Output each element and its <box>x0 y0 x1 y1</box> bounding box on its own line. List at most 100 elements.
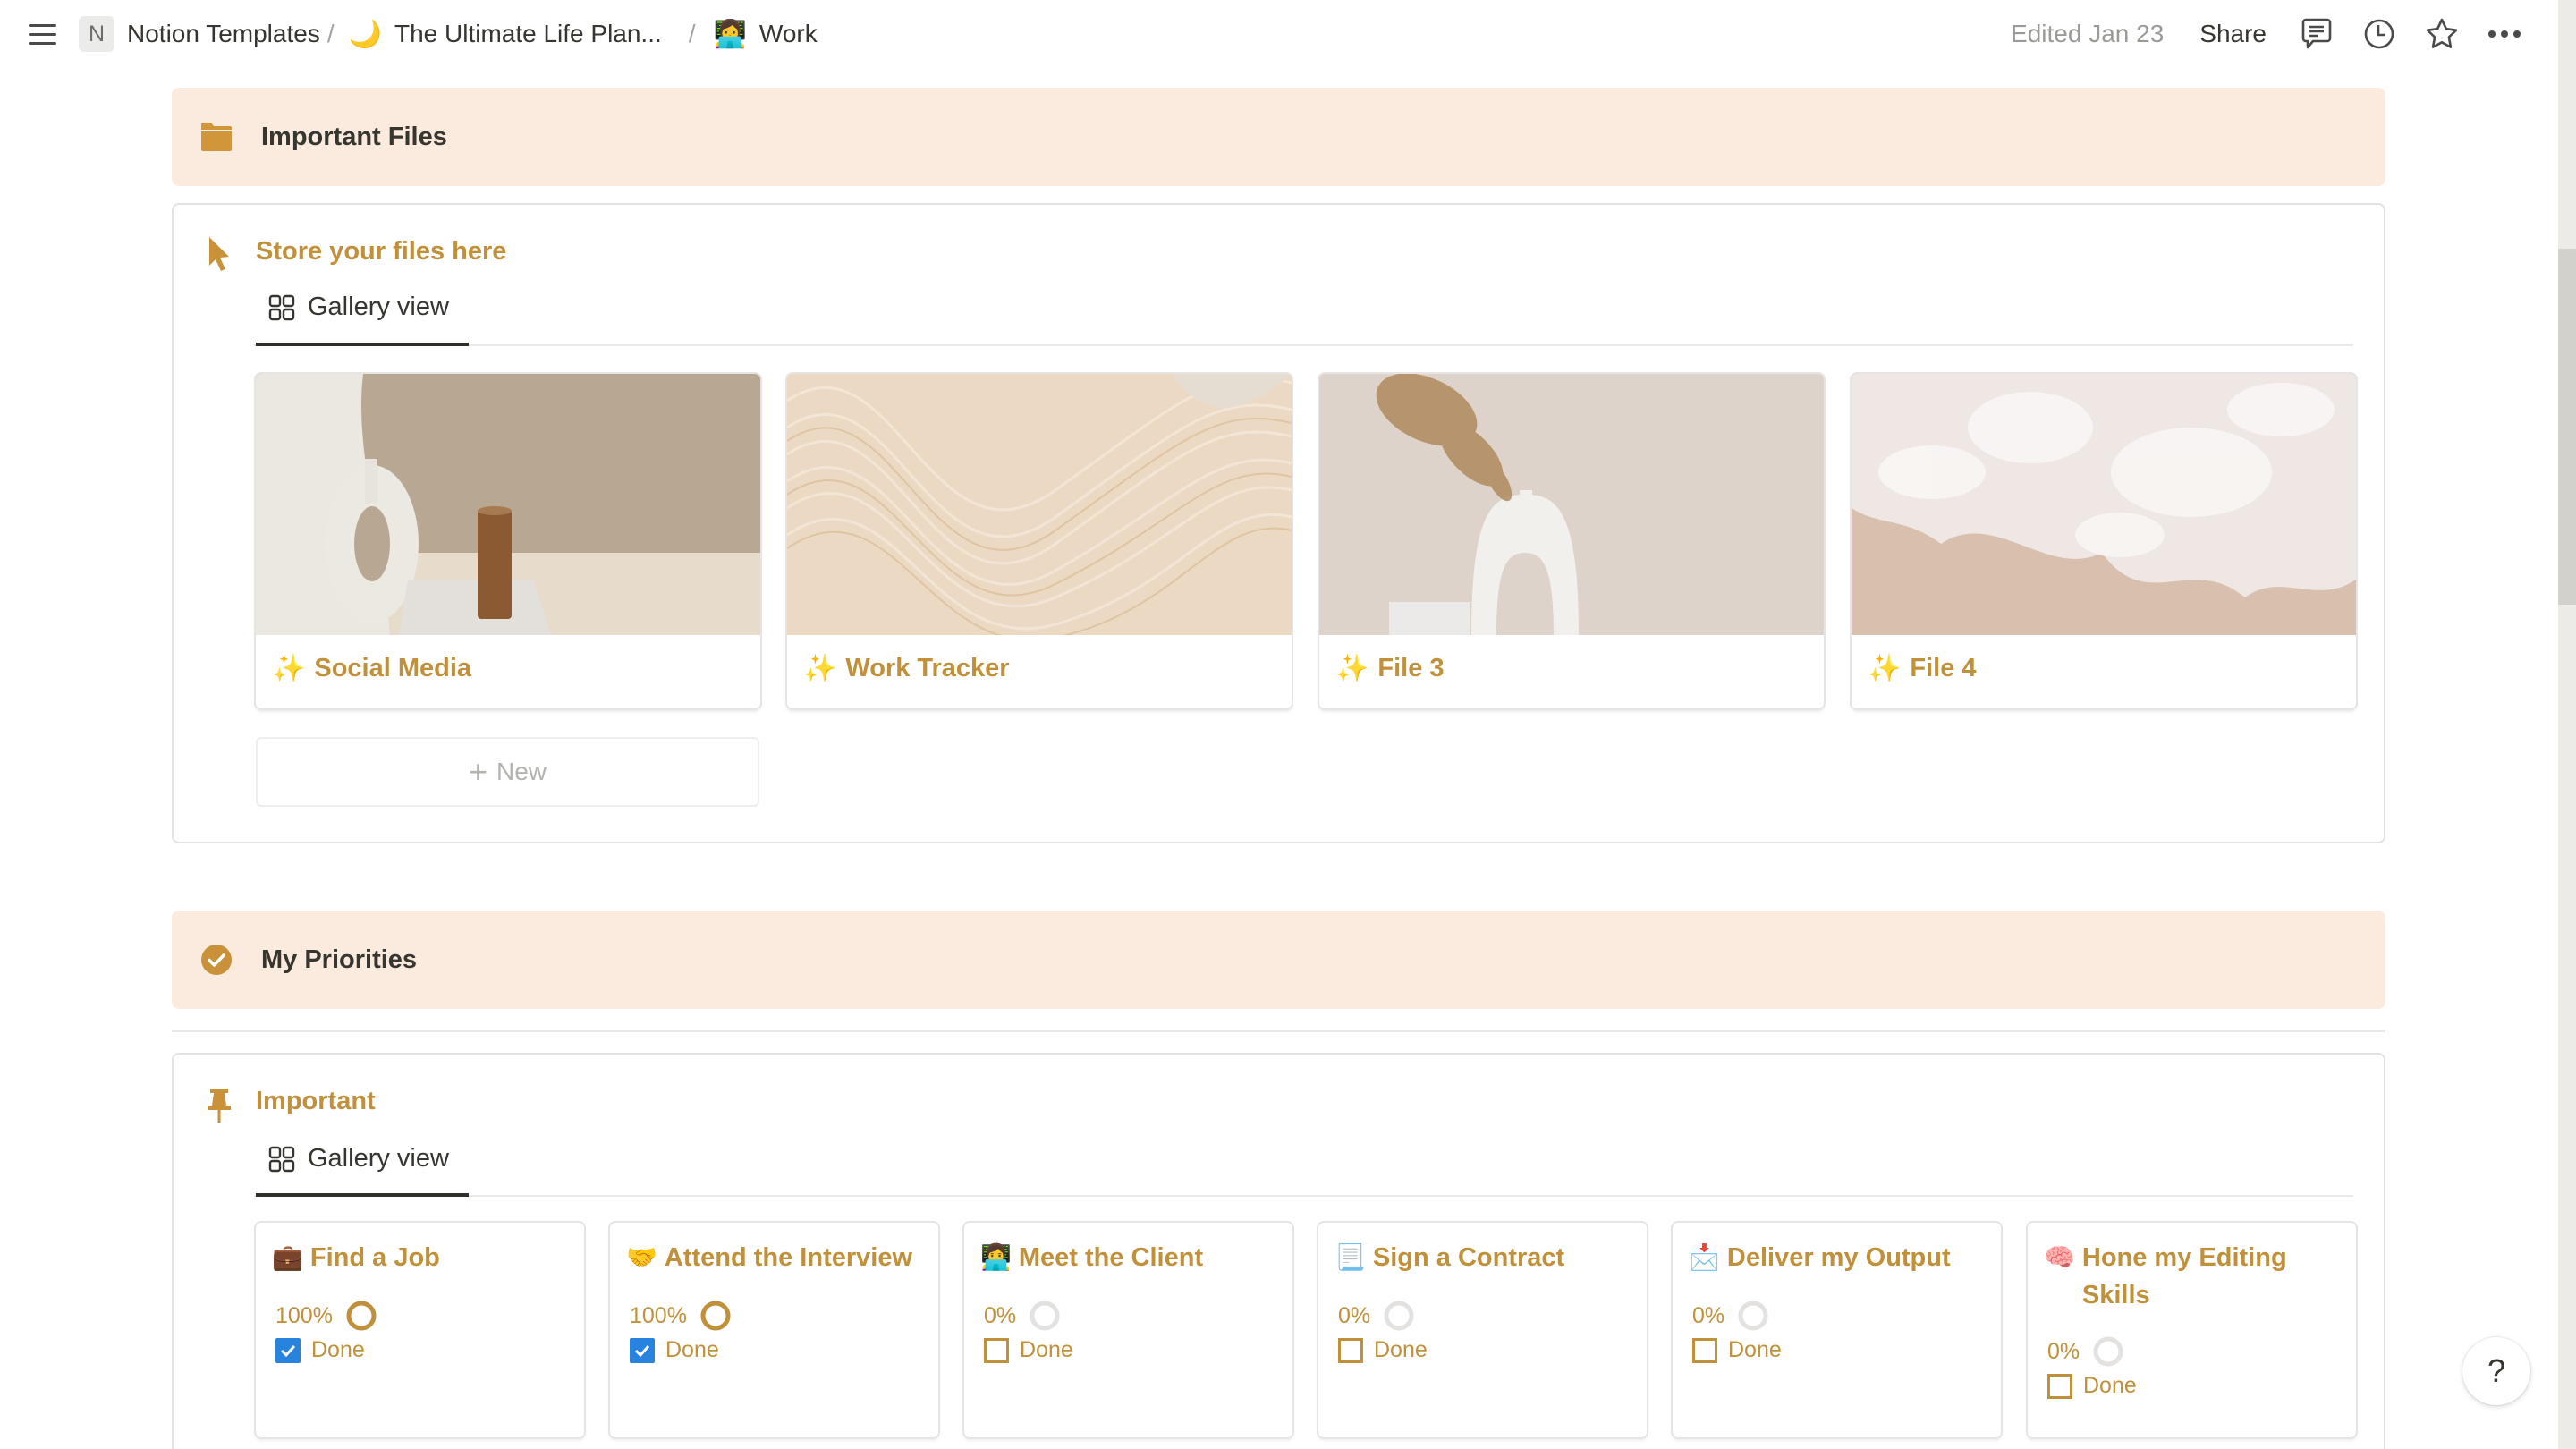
file-card-file-3[interactable]: ✨ File 3 <box>1319 374 1824 708</box>
tab-gallery-view[interactable]: Gallery view <box>256 1144 449 1174</box>
breadcrumb-separator: / <box>326 20 335 47</box>
help-button[interactable]: ? <box>2462 1337 2530 1405</box>
breadcrumb-life-planner[interactable]: 🌙 The Ultimate Life Plan... <box>349 19 662 50</box>
scrollbar-thumb[interactable] <box>2558 249 2576 605</box>
done-label: Done <box>311 1337 365 1362</box>
checkbox-unchecked-icon[interactable] <box>984 1337 1009 1363</box>
edited-timestamp: Edited Jan 23 <box>2011 20 2165 47</box>
priority-card[interactable]: 📩 Deliver my Output 0% Done <box>1673 1223 2001 1437</box>
priority-title-text: Hone my Editing Skills <box>2081 1243 2287 1309</box>
breadcrumb: N Notion Templates / 🌙 The Ultimate Life… <box>79 16 818 52</box>
breadcrumb-work[interactable]: 👩‍💻 Work <box>714 19 818 50</box>
check-circle-icon <box>199 942 234 978</box>
done-checkbox[interactable]: Done <box>2047 1373 2137 1399</box>
progress-label: 100% <box>275 1302 333 1328</box>
done-checkbox[interactable]: Done <box>984 1337 1073 1363</box>
checkbox-unchecked-icon[interactable] <box>1338 1337 1363 1363</box>
file-card-work-tracker[interactable]: ✨ Work Tracker <box>787 374 1292 708</box>
checkbox-unchecked-icon[interactable] <box>2047 1373 2072 1399</box>
priority-card[interactable]: 💼 Find a Job 100% Done <box>256 1223 584 1437</box>
progress-ring-icon <box>1384 1301 1414 1331</box>
important-files-callout: Important Files <box>172 88 2385 186</box>
progress-indicator: 0% <box>984 1300 1061 1332</box>
progress-ring-icon <box>2093 1336 2123 1367</box>
checkbox-checked-icon[interactable] <box>630 1337 655 1363</box>
breadcrumb-label: Notion Templates <box>127 20 320 47</box>
done-label: Done <box>1728 1337 1782 1362</box>
card-title-text: File 3 <box>1377 654 1445 682</box>
done-checkbox[interactable]: Done <box>1692 1337 1782 1363</box>
folder-icon <box>199 119 234 155</box>
cover-image <box>1319 374 1824 635</box>
tab-gallery-view[interactable]: Gallery view <box>256 292 449 322</box>
more-options-icon[interactable] <box>2487 16 2522 52</box>
checkbox-checked-icon[interactable] <box>275 1337 301 1363</box>
priority-emoji-icon: 📃 <box>1335 1243 1366 1271</box>
cover-image <box>787 374 1292 635</box>
favorite-star-icon[interactable] <box>2424 16 2460 52</box>
priority-emoji-icon: 👩‍💻 <box>980 1243 1012 1271</box>
callout-title: My Priorities <box>261 945 418 974</box>
cover-image <box>256 374 760 635</box>
done-label: Done <box>2083 1373 2137 1398</box>
priority-card[interactable]: 👩‍💻 Meet the Client 0% Done <box>964 1223 1292 1437</box>
done-checkbox[interactable]: Done <box>275 1337 365 1363</box>
progress-indicator: 0% <box>2047 1335 2124 1368</box>
sidebar-menu-icon[interactable] <box>27 21 59 47</box>
active-tab-indicator <box>256 1193 469 1197</box>
card-title: ✨ File 4 <box>1868 653 1977 684</box>
priority-title-text: Meet the Client <box>1018 1243 1204 1272</box>
tab-divider <box>254 344 2353 346</box>
file-card-social-media[interactable]: ✨ Social Media <box>256 374 760 708</box>
workspace-badge[interactable]: N <box>79 16 114 52</box>
file-card-file-4[interactable]: ✨ File 4 <box>1852 374 2356 708</box>
progress-label: 100% <box>630 1302 687 1328</box>
progress-indicator: 100% <box>275 1300 377 1332</box>
priority-title-text: Attend the Interview <box>664 1243 913 1272</box>
files-database: Store your files here Gallery view ✨ Soc… <box>172 203 2385 843</box>
comments-icon[interactable] <box>2299 16 2334 52</box>
done-checkbox[interactable]: Done <box>1338 1337 1428 1363</box>
top-bar-actions: Edited Jan 23 Share <box>2011 16 2522 52</box>
share-button[interactable]: Share <box>2199 20 2267 48</box>
callout-title: Important Files <box>261 122 447 151</box>
new-file-button[interactable]: + New <box>256 737 759 807</box>
priority-card[interactable]: 🤝 Attend the Interview 100% Done <box>610 1223 938 1437</box>
progress-indicator: 0% <box>1692 1300 1769 1332</box>
sparkles-icon: ✨ <box>1335 654 1369 683</box>
technologist-icon: 👩‍💻 <box>713 19 747 49</box>
database-title[interactable]: Important <box>256 1087 376 1116</box>
progress-ring-icon <box>346 1301 377 1331</box>
priority-title: 🧠 Hone my Editing Skills <box>2044 1239 2343 1314</box>
progress-label: 0% <box>2047 1338 2080 1364</box>
done-checkbox[interactable]: Done <box>630 1337 719 1363</box>
scrollbar-track[interactable] <box>2558 0 2576 1449</box>
sparkles-icon: ✨ <box>803 654 837 683</box>
pushpin-icon <box>206 1087 242 1126</box>
plus-icon: + <box>468 753 487 790</box>
top-bar: N Notion Templates / 🌙 The Ultimate Life… <box>0 0 2558 68</box>
progress-label: 0% <box>1692 1302 1725 1328</box>
priority-title-text: Find a Job <box>309 1243 440 1272</box>
breadcrumb-notion-templates[interactable]: Notion Templates <box>127 20 320 48</box>
progress-ring-icon <box>1738 1301 1768 1331</box>
tab-label: Gallery view <box>308 1144 449 1173</box>
card-title-text: File 4 <box>1910 654 1977 682</box>
my-priorities-callout: My Priorities <box>172 911 2385 1009</box>
card-title: ✨ Work Tracker <box>803 653 1010 684</box>
priority-card[interactable]: 📃 Sign a Contract 0% Done <box>1318 1223 1647 1437</box>
cover-image <box>1852 374 2356 635</box>
priority-title: 💼 Find a Job <box>272 1239 572 1276</box>
database-title[interactable]: Store your files here <box>256 237 506 267</box>
history-clock-icon[interactable] <box>2361 16 2397 52</box>
priority-emoji-icon: 🧠 <box>2044 1243 2075 1271</box>
priority-title: 🤝 Attend the Interview <box>626 1239 926 1276</box>
priority-title-text: Sign a Contract <box>1372 1243 1565 1272</box>
tab-divider <box>254 1195 2353 1197</box>
cursor-arrow-icon <box>206 235 242 275</box>
breadcrumb-label: The Ultimate Life Plan... <box>394 20 662 47</box>
checkbox-unchecked-icon[interactable] <box>1692 1337 1717 1363</box>
breadcrumb-label: Work <box>758 20 818 47</box>
priority-card[interactable]: 🧠 Hone my Editing Skills 0% Done <box>2028 1223 2356 1437</box>
progress-indicator: 0% <box>1338 1300 1415 1332</box>
